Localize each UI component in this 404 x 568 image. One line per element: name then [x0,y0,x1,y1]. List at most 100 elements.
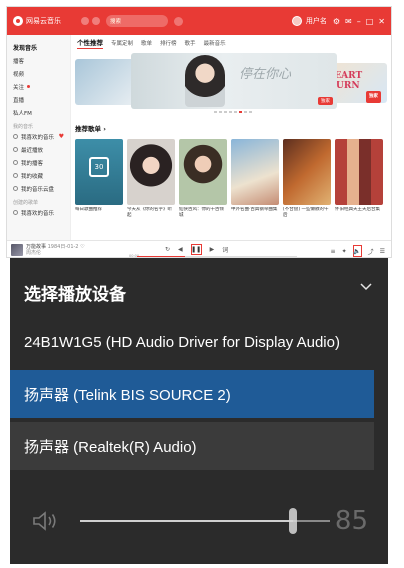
lyrics-icon[interactable]: 词 [222,245,228,254]
carousel-dot[interactable] [224,111,227,113]
heart-outline-icon [13,210,18,215]
playlist-title[interactable]: 中外名曲·古典钢琴曲集 [231,207,279,219]
playlist-title[interactable]: 每日歌曲推荐 [75,207,123,219]
volume-thumb[interactable] [288,508,297,534]
playlist-card[interactable]: 今天从《你的名字》听起 [127,138,175,219]
chevron-down-icon[interactable] [360,280,372,292]
app-logo[interactable]: 网易云音乐 [13,16,61,26]
back-icon[interactable] [81,17,89,25]
effects-icon[interactable]: ✦ [342,248,347,255]
device-option-display-audio[interactable]: 24B1W1G5 (HD Audio Driver for Display Au… [10,318,374,366]
chevron-right-icon: › [103,124,106,133]
sidebar-item-video[interactable]: 视频 [13,67,64,80]
device-option-realtek[interactable]: 扬声器 (Realtek(R) Audio) [10,422,374,470]
banner-calligraphy: 停在你心 [239,67,292,82]
sidebar-section-created: 创建的歌单 [13,200,39,206]
podcast-icon [13,160,18,165]
playlist-cover[interactable] [231,138,279,205]
mic-icon[interactable] [174,16,183,26]
playlist-title[interactable]: 今天从《你的名字》听起 [127,207,175,219]
sidebar-item-liked[interactable]: 我喜欢的音乐 ♥ [13,130,64,143]
loop-icon[interactable]: ↻ [165,246,170,253]
player-bar: 万能故事 1984日-01-2 ♡ 周杰伦 ↻ ◀ ❚❚ ▶ 词 00:00 ≡… [7,240,391,257]
pause-button[interactable]: ❚❚ [190,244,202,255]
sidebar-item-live[interactable]: 直播 [13,93,64,106]
tab-playlists[interactable]: 歌单 [141,39,152,47]
sidebar-item-fm[interactable]: 私人FM [13,106,64,119]
star-icon [13,173,18,178]
volume-button[interactable]: 🔈 [352,245,362,257]
playlist-cover[interactable] [179,138,227,205]
maximize-icon[interactable]: □ [366,17,374,26]
next-icon[interactable]: ▶ [210,246,215,253]
app-title: 网易云音乐 [26,17,61,25]
tab-new-music[interactable]: 最新音乐 [204,39,226,47]
device-label: 扬声器 (Telink BIS SOURCE 2) [24,386,231,404]
search-placeholder: 搜索 [110,19,122,25]
carousel-dot[interactable] [219,111,222,113]
sidebar-item-label: 我的收藏 [21,173,44,180]
sidebar-item-discover[interactable]: 发现音乐 [13,41,64,54]
forward-icon[interactable] [92,17,100,25]
minimize-icon[interactable]: – [357,17,361,26]
carousel-dot[interactable] [234,111,237,113]
now-playing-info: 万能故事 1984日-01-2 ♡ 周杰伦 [26,244,85,256]
quality-icon[interactable]: ≡ [331,248,336,255]
mail-icon[interactable]: ✉ [345,17,352,26]
playlist-cover[interactable] [127,138,175,205]
carousel-dot-active[interactable] [239,111,242,113]
progress-fill [137,256,185,257]
section-title-recommended[interactable]: 推荐歌单 › [75,123,391,133]
tab-artists[interactable]: 歌手 [185,39,196,47]
username[interactable]: 用户名 [306,16,327,26]
banner-prev[interactable] [75,59,135,105]
playlist-icon[interactable]: ☰ [380,248,385,255]
now-playing-cover[interactable] [11,244,23,256]
playback-controls: ↻ ◀ ❚❚ ▶ 词 [165,244,228,255]
playlist-title[interactable]: 怀旧经典天王天后合集 [335,207,383,219]
carousel-dot[interactable] [244,111,247,113]
heart-icon[interactable]: ♥ [59,133,64,140]
song-artist[interactable]: 周杰伦 [26,250,85,256]
tab-personal-recommend[interactable]: 个性推荐 [77,37,103,49]
share-icon[interactable]: ⤴ [368,247,374,256]
tab-custom[interactable]: 专属定制 [111,39,133,47]
speaker-icon[interactable] [32,510,62,532]
notification-dot [27,85,31,88]
banner-carousel[interactable]: HEART BURN 独家 停在你心 独家 [75,53,391,109]
device-option-telink[interactable]: 扬声器 (Telink BIS SOURCE 2) [10,370,374,418]
carousel-dots [75,111,391,113]
playlist-card[interactable]: 仙侠古风：你的千古倾城 [179,138,227,219]
tab-charts[interactable]: 排行榜 [160,39,177,47]
sidebar-item-cloud[interactable]: 我的音乐云盘 [13,182,64,195]
sidebar-item-collect[interactable]: 我的收藏 [13,169,64,182]
playlist-card[interactable]: 怀旧经典天王天后合集 [335,138,383,219]
playlist-cover[interactable] [335,138,383,205]
heart-icon[interactable]: ♡ [80,244,84,250]
avatar[interactable] [291,16,302,26]
search-input[interactable]: 搜索 [106,15,168,27]
sidebar-item-created[interactable]: 我喜欢的音乐 [13,206,64,219]
playlist-card[interactable]: [不合盘] 一些懒散的午后 [283,138,331,219]
carousel-dot[interactable] [214,111,217,113]
progress-bar[interactable] [137,256,297,257]
playlist-title[interactable]: [不合盘] 一些懒散的午后 [283,207,331,219]
sidebar-item-my-podcast[interactable]: 我的播客 [13,156,64,169]
playlist-cover[interactable] [283,138,331,205]
carousel-dot[interactable] [229,111,232,113]
sidebar-item-follow[interactable]: 关注 [13,80,64,93]
playlist-card[interactable]: 30 每日歌曲推荐 [75,138,123,219]
sidebar-item-podcast[interactable]: 播客 [13,54,64,67]
playlist-title[interactable]: 仙侠古风：你的千古倾城 [179,207,227,219]
playlist-card[interactable]: 中外名曲·古典钢琴曲集 [231,138,279,219]
sidebar-item-recent[interactable]: 最近播放 [13,143,64,156]
carousel-dot[interactable] [249,111,252,113]
playlist-grid: 30 每日歌曲推荐 今天从《你的名字》听起 仙侠古风：你的千古倾城 中外名曲·古… [75,138,391,219]
settings-icon[interactable]: ⚙ [333,17,340,26]
history-nav [81,17,100,25]
previous-icon[interactable]: ◀ [178,246,183,253]
close-icon[interactable]: ✕ [378,17,385,26]
banner-main[interactable]: 停在你心 独家 [131,53,337,109]
playlist-cover[interactable]: 30 [75,138,123,205]
user-area[interactable]: 用户名 [291,16,327,26]
